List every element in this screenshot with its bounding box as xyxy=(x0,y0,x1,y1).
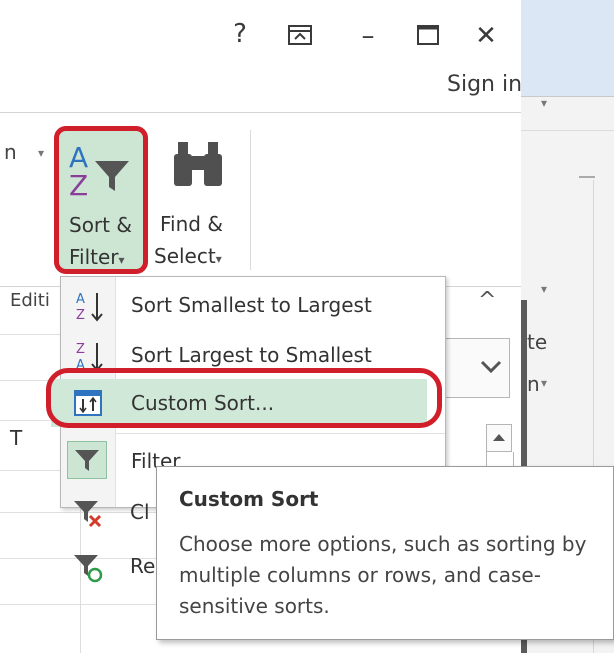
sort-filter-label-text: Filter xyxy=(69,245,119,269)
menu-item-clear-filter[interactable]: Cl xyxy=(60,490,160,538)
dropdown-arrow-icon: ▾ xyxy=(215,252,222,266)
menu-item-label: Re xyxy=(130,554,156,578)
menu-item-reapply[interactable]: Re xyxy=(60,544,160,592)
close-button[interactable]: ✕ xyxy=(466,16,506,56)
grid-line xyxy=(0,604,156,605)
editing-group-label: Editi xyxy=(10,290,50,311)
sign-in-link[interactable]: Sign in xyxy=(447,72,522,97)
svg-text:A: A xyxy=(76,292,85,307)
maximize-button[interactable] xyxy=(416,24,440,46)
tooltip-body: Choose more options, such as sorting by … xyxy=(179,532,587,618)
sort-filter-label-line2: Filter▾ xyxy=(69,245,125,269)
background-titlebar xyxy=(521,0,614,96)
find-select-label-text: Select xyxy=(154,244,216,268)
divider xyxy=(250,130,251,270)
dropdown-arrow-icon: ▾ xyxy=(118,253,125,267)
grid-line xyxy=(0,470,60,471)
maximize-icon xyxy=(417,25,439,45)
svg-text:Z: Z xyxy=(76,342,85,357)
sort-filter-label-line1: Sort & xyxy=(69,213,132,237)
find-select-button[interactable]: Find & Select▾ xyxy=(150,126,246,274)
menu-item-label: Cl xyxy=(130,500,150,524)
grid-line xyxy=(521,130,614,131)
filter-icon xyxy=(75,450,99,471)
minus-icon xyxy=(579,176,595,178)
collapse-ribbon-button[interactable]: ^ xyxy=(478,288,496,313)
reapply-filter-icon xyxy=(74,555,103,583)
clear-filter-icon xyxy=(74,501,102,528)
triangle-up-icon xyxy=(493,434,505,441)
dropdown-arrow-icon: ▾ xyxy=(38,146,45,160)
dropdown-arrow-icon: ▾ xyxy=(541,96,548,110)
binoculars-icon xyxy=(174,142,222,186)
minimize-button[interactable]: – xyxy=(348,16,388,56)
annotation-highlight-ring xyxy=(46,368,442,428)
name-box-dropdown[interactable] xyxy=(444,338,510,398)
chevron-down-icon xyxy=(480,360,502,374)
find-select-label-line1: Find & xyxy=(160,212,223,236)
sort-filter-button[interactable]: A Z Sort & Filter▾ xyxy=(54,126,148,274)
menu-item-sort-ascending[interactable]: A Z Sort Smallest to Largest xyxy=(61,283,445,327)
svg-text:Z: Z xyxy=(69,169,88,199)
partial-text: n xyxy=(527,372,540,396)
custom-sort-tooltip: Custom Sort Choose more options, such as… xyxy=(156,466,614,640)
sort-ascending-icon: A Z xyxy=(76,292,103,323)
dropdown-arrow-icon: ▾ xyxy=(541,376,548,390)
scrollbar-track[interactable] xyxy=(486,452,514,466)
tooltip-title: Custom Sort xyxy=(179,487,319,511)
divider xyxy=(521,96,614,97)
cell-text: T xyxy=(10,426,23,450)
menu-item-label: Sort Largest to Smallest xyxy=(131,343,372,367)
dropdown-arrow-icon: ▾ xyxy=(541,282,548,296)
partial-ribbon-text: n xyxy=(4,140,17,164)
partial-text: te xyxy=(527,330,548,354)
scroll-up-button[interactable] xyxy=(486,424,512,452)
grid-line xyxy=(0,334,60,335)
ribbon-display-icon xyxy=(288,25,312,45)
menu-separator xyxy=(115,433,445,434)
svg-text:Z: Z xyxy=(76,308,85,323)
help-button[interactable]: ? xyxy=(220,14,260,54)
menu-item-label: Sort Smallest to Largest xyxy=(131,293,372,317)
divider xyxy=(0,112,521,113)
sort-filter-icon: A Z xyxy=(69,141,129,199)
find-select-label-line2: Select▾ xyxy=(154,244,222,268)
ribbon-display-options-button[interactable] xyxy=(286,24,314,46)
